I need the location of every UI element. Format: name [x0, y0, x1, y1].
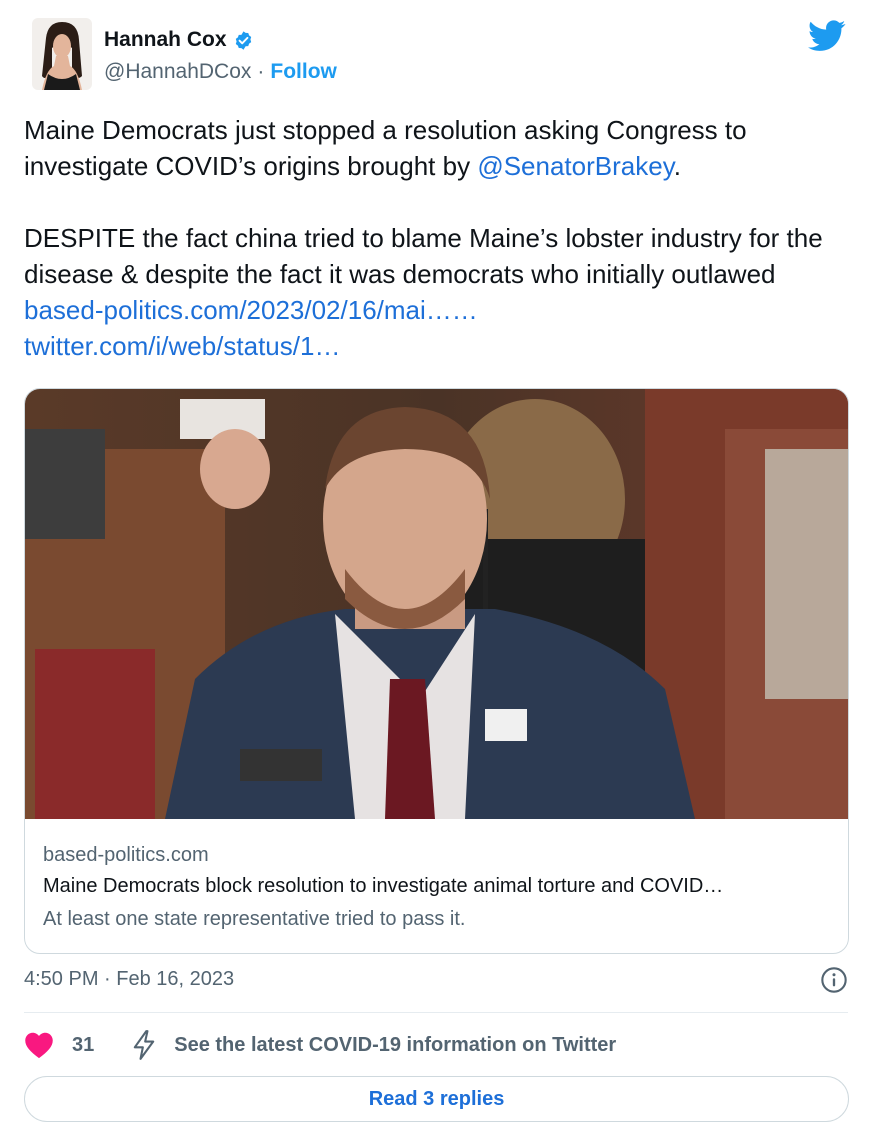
mention-link[interactable]: @SenatorBrakey	[477, 151, 673, 181]
tweet-actions: 31 See the latest COVID-19 information o…	[24, 1030, 616, 1060]
tweet-text-part-2: DESPITE the fact china tried to blame Ma…	[24, 223, 830, 289]
status-link[interactable]: twitter.com/i/web/status/1…	[24, 331, 340, 361]
like-button[interactable]: 31	[24, 1031, 94, 1059]
handle-separator: ·	[257, 60, 265, 83]
timestamp-separator: ·	[104, 968, 111, 990]
twitter-bird-icon[interactable]	[808, 20, 846, 52]
preview-description: At least one state representative tried …	[43, 908, 466, 930]
tweet-embed-card: Hannah Cox @HannahDCox · Follow Maine De…	[0, 0, 872, 1148]
divider	[24, 1012, 848, 1013]
tweet-time: 4:50 PM	[24, 968, 99, 990]
covid-info-link[interactable]: See the latest COVID-19 information on T…	[130, 1030, 616, 1060]
lightning-bolt-icon	[133, 1030, 155, 1060]
preview-image[interactable]	[25, 389, 848, 819]
info-icon[interactable]	[820, 966, 848, 994]
preview-meta: based-politics.com Maine Democrats block…	[43, 841, 830, 935]
tweet-date: Feb 16, 2023	[116, 968, 235, 990]
tweet-timestamp[interactable]: 4:50 PM · Feb 16, 2023	[24, 968, 234, 991]
heart-icon	[25, 1032, 53, 1059]
author-avatar[interactable]	[32, 18, 92, 90]
covid-info-label: See the latest COVID-19 information on T…	[174, 1033, 617, 1056]
author-display-name[interactable]: Hannah Cox	[104, 28, 227, 52]
author-handle-row: @HannahDCox · Follow	[104, 60, 337, 84]
tweet-header: Hannah Cox @HannahDCox · Follow	[24, 18, 852, 98]
tweet-text: Maine Democrats just stopped a resolutio…	[24, 112, 854, 364]
verified-badge-icon	[235, 30, 251, 50]
tweet-text-part-1-end: .	[673, 151, 681, 181]
preview-title: Maine Democrats block resolution to inve…	[43, 875, 724, 897]
author-name-row: Hannah Cox	[104, 28, 254, 52]
link-preview-card[interactable]: based-politics.com Maine Democrats block…	[24, 388, 849, 954]
author-handle[interactable]: @HannahDCox	[104, 60, 251, 84]
read-replies-button[interactable]: Read 3 replies	[24, 1076, 849, 1122]
preview-domain: based-politics.com	[43, 844, 209, 866]
article-link[interactable]: based-politics.com/2023/02/16/mai…	[24, 295, 452, 325]
follow-button[interactable]: Follow	[270, 60, 337, 84]
like-count: 31	[72, 1033, 95, 1056]
article-link-ellipsis: …	[451, 295, 478, 325]
